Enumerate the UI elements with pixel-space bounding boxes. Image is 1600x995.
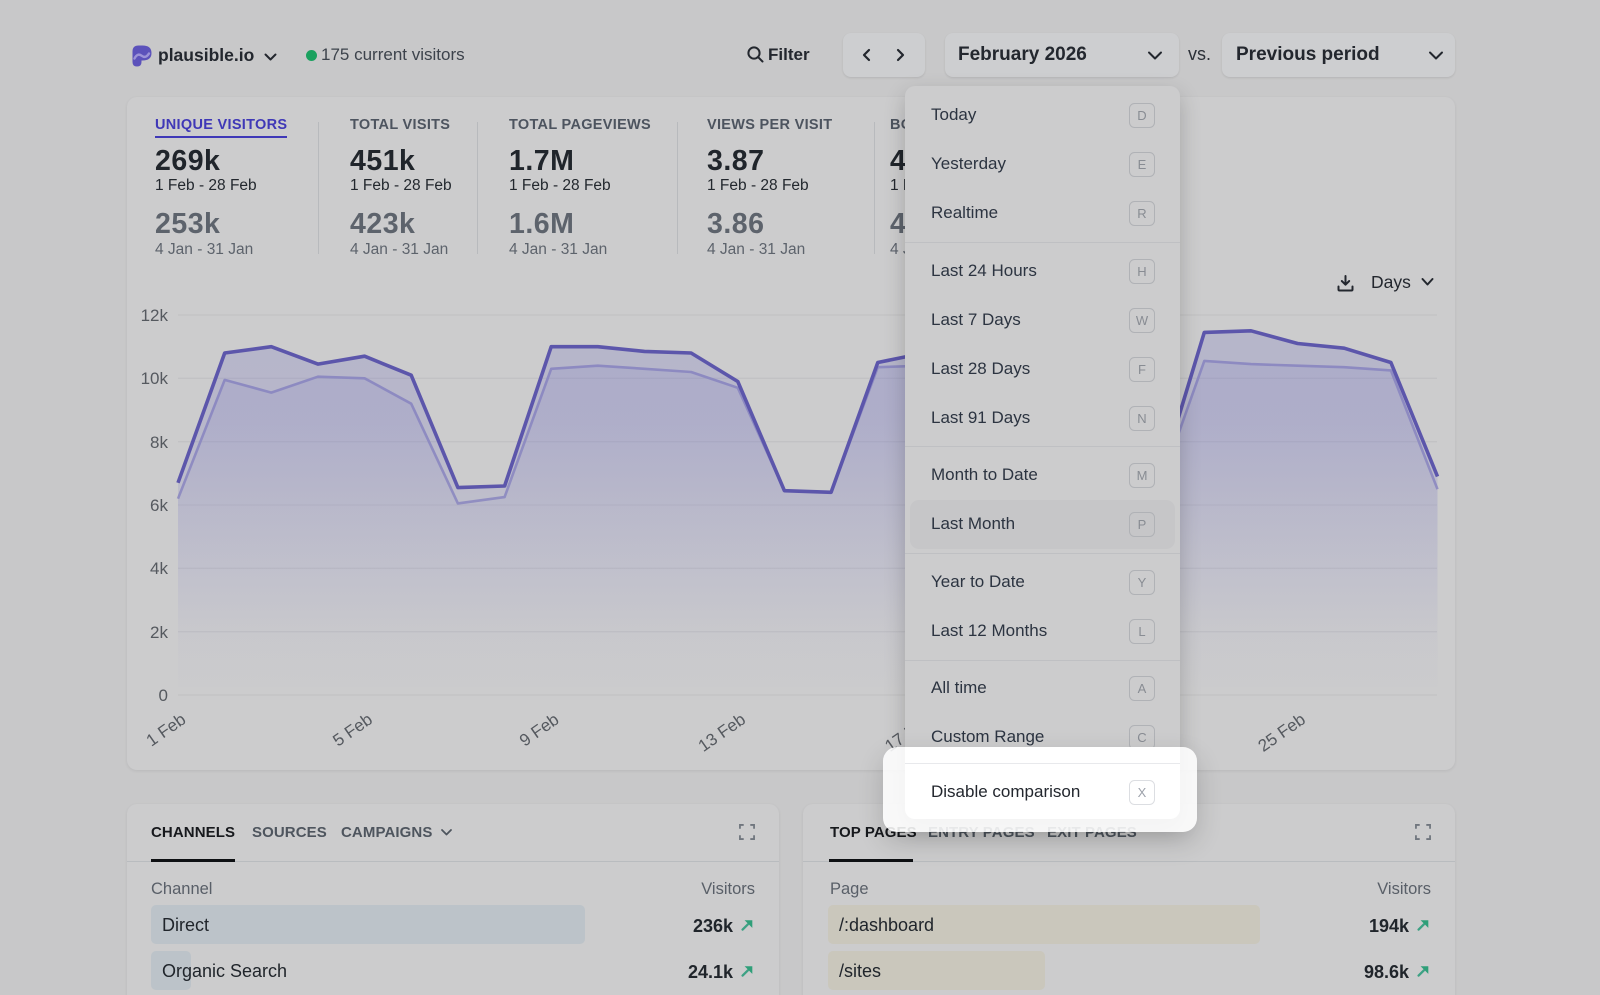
svg-text:6k: 6k xyxy=(150,496,168,515)
svg-text:4k: 4k xyxy=(150,559,168,578)
svg-text:2k: 2k xyxy=(150,623,168,642)
svg-text:8k: 8k xyxy=(150,433,168,452)
svg-text:1 Feb: 1 Feb xyxy=(143,710,190,751)
svg-text:9 Feb: 9 Feb xyxy=(516,710,563,751)
svg-text:13 Feb: 13 Feb xyxy=(695,710,749,756)
svg-text:5 Feb: 5 Feb xyxy=(329,710,376,751)
svg-text:12k: 12k xyxy=(141,306,169,325)
svg-text:10k: 10k xyxy=(141,369,169,388)
svg-text:0: 0 xyxy=(159,686,168,705)
svg-text:25 Feb: 25 Feb xyxy=(1255,710,1309,756)
